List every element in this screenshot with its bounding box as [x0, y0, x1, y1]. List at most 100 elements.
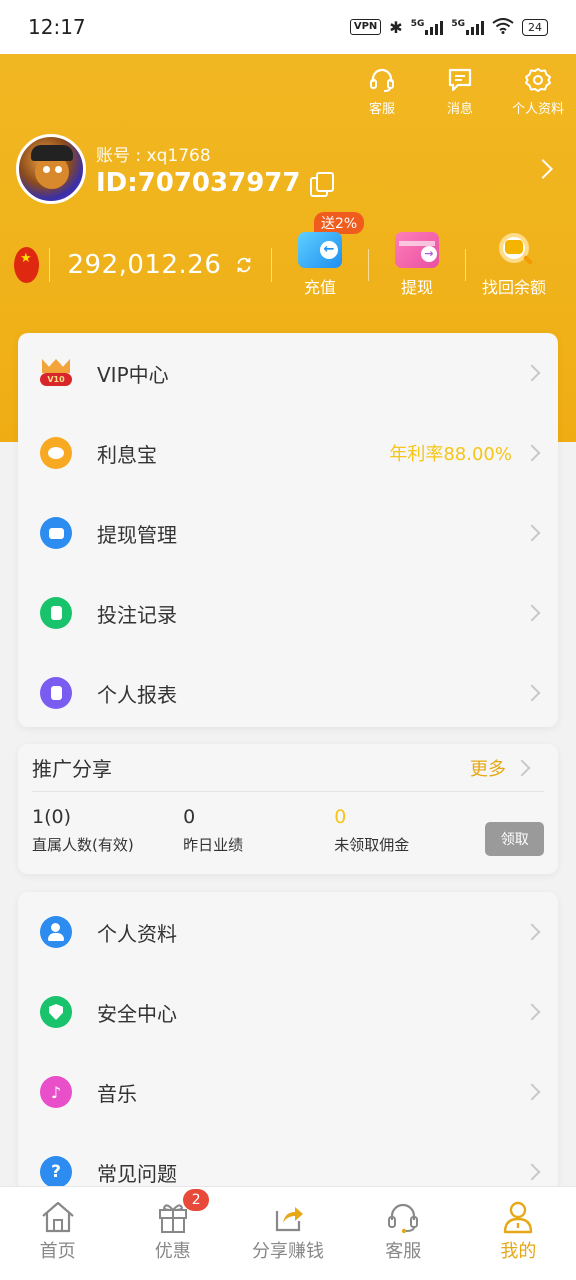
music-note-icon: ♪ [40, 1076, 72, 1108]
stat-label: 未领取佣金 [334, 836, 410, 854]
share-title: 推广分享 [32, 757, 112, 781]
shield-icon [40, 996, 72, 1028]
wallet-bar: 292,012.26 送2% ← 充值 → 提现 [14, 212, 562, 300]
divider [48, 248, 50, 282]
nav-label: 客服 [385, 1241, 422, 1262]
chevron-right-icon [523, 923, 541, 941]
account-name: 账号 : xq1768 [96, 145, 211, 166]
user-id: ID:707037977 [96, 167, 301, 198]
profile-settings-button[interactable]: 个人资料 [510, 66, 566, 117]
header-actions: 客服 消息 个人资料 [354, 66, 566, 117]
menu-label: 常见问题 [97, 1161, 177, 1186]
unclaimed-commission-stat: 0 未领取佣金 [334, 806, 485, 856]
stat-value: 1(0) [32, 806, 72, 828]
nav-label: 我的 [500, 1241, 537, 1262]
system-icons: VPN ✱ 5G 5G 24 [349, 17, 548, 37]
menu-item-faq[interactable]: ? 常见问题 [18, 1132, 558, 1192]
battery-icon: 24 [522, 18, 548, 36]
document-icon [40, 597, 72, 629]
nav-label: 分享赚钱 [252, 1241, 324, 1262]
menu-item-music[interactable]: ♪ 音乐 [18, 1052, 558, 1132]
chevron-right-icon [523, 604, 541, 622]
balance-amount: 292,012.26 [67, 250, 222, 280]
user-icon [40, 916, 72, 948]
menu-item-profile[interactable]: 个人资料 [18, 892, 558, 972]
nav-mine[interactable]: 我的 [461, 1187, 576, 1280]
piggy-bank-icon [40, 437, 72, 469]
gear-icon [525, 68, 551, 92]
china-flag-icon[interactable] [14, 247, 39, 283]
bottom-navigation: 首页 2 优惠 分享赚钱 客服 我的 [0, 1186, 576, 1280]
menu-label: 投注记录 [97, 602, 177, 627]
menu-item-personal-report[interactable]: 个人报表 [18, 653, 558, 733]
home-icon [41, 1201, 74, 1233]
recover-balance-button[interactable]: 找回余额 [466, 232, 562, 298]
wifi-icon [492, 17, 514, 37]
stat-value: 0 [334, 806, 347, 828]
nav-share-earn[interactable]: 分享赚钱 [230, 1187, 345, 1280]
menu-label: 个人资料 [97, 921, 177, 946]
net-label-1: 5G [410, 19, 425, 29]
withdraw-button[interactable]: → 提现 [369, 232, 465, 298]
customer-service-button[interactable]: 客服 [354, 66, 410, 117]
share-header[interactable]: 推广分享 更多 [32, 744, 544, 792]
nav-promotions[interactable]: 2 优惠 [115, 1187, 230, 1280]
deposit-button[interactable]: 送2% ← 充值 [272, 212, 368, 298]
menu-item-security-center[interactable]: 安全中心 [18, 972, 558, 1052]
direct-members-stat: 1(0) 直属人数(有效) [32, 806, 183, 856]
question-icon: ? [40, 1156, 72, 1188]
status-time: 12:17 [28, 15, 86, 39]
customer-service-label: 客服 [368, 102, 395, 117]
menu-item-bet-records[interactable]: 投注记录 [18, 573, 558, 653]
main-menu-card: V10 VIP中心 利息宝 年利率88.00% 提现管理 投注记录 个人报表 [18, 333, 558, 727]
menu-label: 音乐 [97, 1081, 137, 1106]
withdraw-label: 提现 [400, 278, 433, 297]
recover-balance-label: 找回余额 [481, 278, 546, 297]
messages-label: 消息 [446, 102, 473, 117]
promotions-count-badge: 2 [183, 1189, 210, 1211]
bluetooth-icon: ✱ [389, 17, 403, 37]
annual-rate-text: 年利率88.00% [389, 444, 512, 465]
stat-label: 直属人数(有效) [32, 836, 134, 854]
report-chart-icon [40, 677, 72, 709]
profile-settings-label: 个人资料 [511, 102, 564, 117]
refresh-icon[interactable] [235, 252, 253, 278]
chevron-right-icon [523, 444, 541, 462]
deposit-icon: ← [298, 232, 342, 268]
stat-value: 0 [183, 806, 196, 828]
promotion-share-card: 推广分享 更多 1(0) 直属人数(有效) 0 昨日业绩 0 未领取佣金 领取 [18, 744, 558, 874]
copy-icon[interactable] [310, 171, 335, 197]
menu-item-vip-center[interactable]: V10 VIP中心 [18, 333, 558, 413]
deposit-label: 充值 [303, 278, 336, 297]
user-id-row: ID:707037977 [96, 167, 335, 198]
user-icon [504, 1201, 533, 1234]
nav-home[interactable]: 首页 [0, 1187, 115, 1280]
wallet-actions: 送2% ← 充值 → 提现 找回余额 [272, 212, 562, 298]
nav-customer-service[interactable]: 客服 [346, 1187, 461, 1280]
menu-label: 个人报表 [97, 682, 177, 707]
menu-label: 提现管理 [97, 522, 177, 547]
vip-level-badge: V10 [40, 373, 72, 386]
net-label-2: 5G [451, 19, 465, 29]
nav-label: 优惠 [154, 1241, 191, 1262]
signal-5g-icon-2: 5G [451, 19, 484, 35]
profile-info: 账号 : xq1768 ID:707037977 [96, 141, 335, 198]
messages-button[interactable]: 消息 [432, 66, 488, 117]
signal-5g-icon: 5G [411, 19, 444, 35]
avatar[interactable] [16, 134, 86, 204]
claim-button[interactable]: 领取 [485, 822, 544, 856]
menu-label: 安全中心 [97, 1001, 177, 1026]
share-more-link[interactable]: 更多 [470, 755, 506, 781]
menu-item-interest-treasure[interactable]: 利息宝 年利率88.00% [18, 413, 558, 493]
menu-item-withdraw-management[interactable]: 提现管理 [18, 493, 558, 573]
share-stats: 1(0) 直属人数(有效) 0 昨日业绩 0 未领取佣金 领取 [18, 792, 558, 856]
menu-label: VIP中心 [97, 362, 169, 387]
menu-label: 利息宝 [97, 442, 157, 467]
profile-summary[interactable]: 账号 : xq1768 ID:707037977 [16, 132, 560, 206]
headset-icon [388, 1203, 419, 1234]
status-bar: 12:17 VPN ✱ 5G 5G 24 [0, 0, 576, 54]
vip-crown-icon: V10 [40, 357, 72, 389]
chevron-right-icon[interactable] [533, 159, 553, 179]
chevron-right-icon [523, 1003, 541, 1021]
chevron-right-icon [513, 759, 531, 776]
